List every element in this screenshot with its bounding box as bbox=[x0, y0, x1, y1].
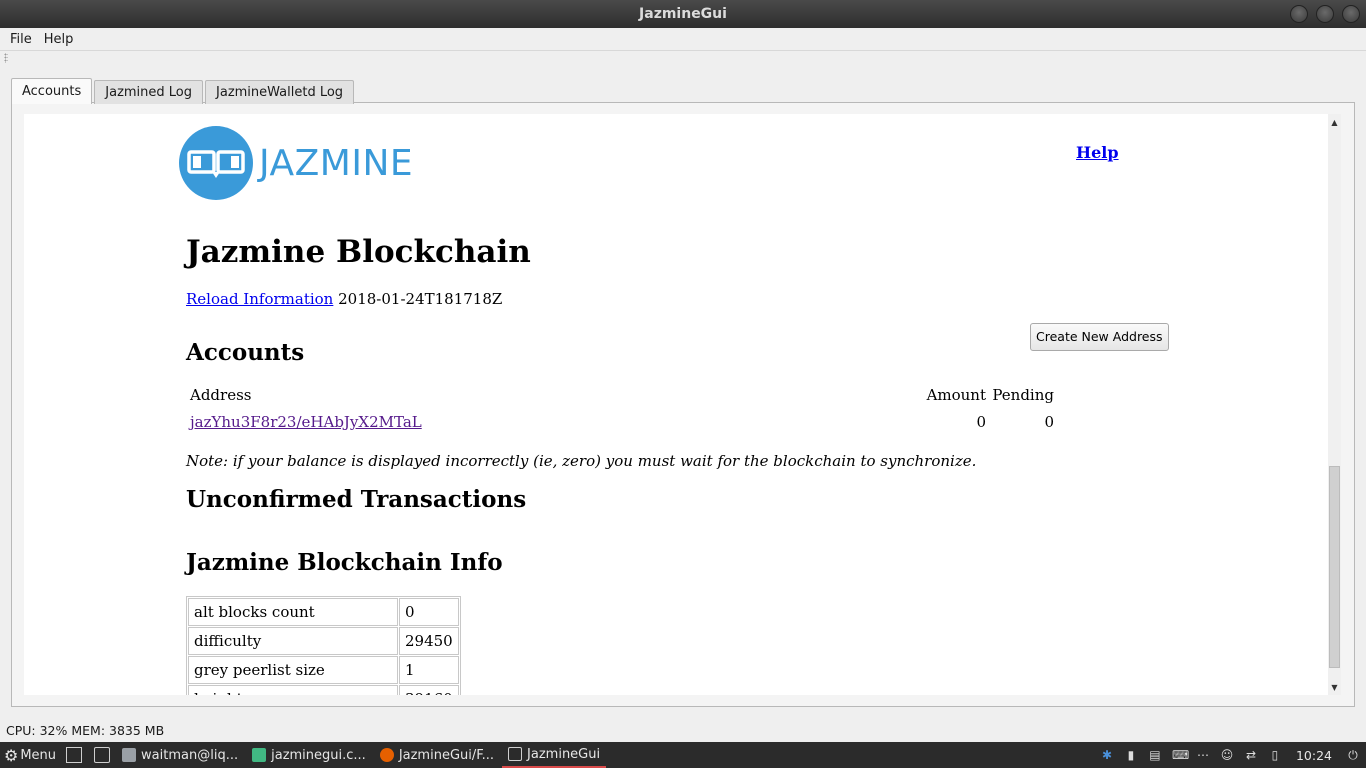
clipboard-icon[interactable]: ▤ bbox=[1148, 748, 1162, 762]
header-pending: Pending bbox=[992, 386, 1054, 404]
battery-icon[interactable]: ▯ bbox=[1268, 748, 1282, 762]
jazmine-logo: JAZMINE bbox=[179, 126, 413, 200]
menu-file[interactable]: File bbox=[4, 32, 38, 47]
page-title: Jazmine Blockchain bbox=[186, 234, 531, 270]
accounts-heading: Accounts bbox=[186, 339, 305, 366]
gear-icon: ⚙ bbox=[4, 745, 19, 765]
table-row: difficulty 29450 bbox=[188, 627, 459, 655]
firefox-icon bbox=[379, 748, 394, 762]
tab-jazmined-log[interactable]: Jazmined Log bbox=[94, 80, 204, 104]
taskbar-task-terminal[interactable]: waitman@liq... bbox=[116, 742, 244, 768]
system-tray: ✱ ▮ ▤ ⌨ ⋯ ☺ ⇄ ▯ 10:24 ⏻ bbox=[1100, 742, 1360, 768]
more-icon[interactable]: ⋯ bbox=[1196, 748, 1210, 762]
taskbar: ⚙ Menu waitman@liq... jazminegui.c... Ja… bbox=[0, 742, 1366, 768]
info-value: 29450 bbox=[399, 627, 459, 655]
user-icon[interactable]: ☺ bbox=[1220, 748, 1234, 762]
header-address: Address bbox=[190, 386, 252, 404]
accounts-table: Address Amount Pending jazYhu3F8r23/eHAb… bbox=[186, 386, 1056, 440]
clock[interactable]: 10:24 bbox=[1296, 748, 1332, 763]
info-key: grey peerlist size bbox=[188, 656, 398, 684]
help-link[interactable]: Help bbox=[1076, 143, 1119, 162]
table-row: jazYhu3F8r23/eHAbJyX2MTaL 0 0 bbox=[186, 413, 1056, 440]
task-label: JazmineGui/F... bbox=[398, 747, 495, 763]
info-key: difficulty bbox=[188, 627, 398, 655]
window-icon bbox=[508, 747, 523, 761]
create-new-address-button[interactable]: Create New Address bbox=[1030, 323, 1169, 351]
window-titlebar: JazmineGui bbox=[0, 0, 1366, 28]
unconfirmed-transactions-heading: Unconfirmed Transactions bbox=[186, 486, 527, 513]
power-icon[interactable]: ⏻ bbox=[1346, 748, 1360, 762]
jazmine-logo-icon bbox=[179, 126, 253, 200]
start-menu-button[interactable]: ⚙ Menu bbox=[0, 742, 60, 768]
show-desktop-icon[interactable] bbox=[66, 747, 83, 763]
info-value: 0 bbox=[399, 598, 459, 626]
info-key: height bbox=[188, 685, 398, 695]
cpu-monitor-icon[interactable]: ▮ bbox=[1124, 748, 1138, 762]
info-key: alt blocks count bbox=[188, 598, 398, 626]
keyboard-icon[interactable]: ⌨ bbox=[1172, 748, 1189, 762]
taskbar-task-qt-creator[interactable]: jazminegui.c... bbox=[246, 742, 372, 768]
scroll-up-arrow-icon[interactable]: ▲ bbox=[1328, 116, 1341, 129]
reload-information-link[interactable]: Reload Information bbox=[186, 290, 333, 308]
maximize-button[interactable] bbox=[1316, 5, 1334, 23]
terminal-icon bbox=[122, 748, 137, 762]
header-amount: Amount bbox=[926, 386, 986, 404]
logo-text: JAZMINE bbox=[259, 142, 414, 184]
file-manager-icon[interactable] bbox=[94, 747, 111, 763]
table-row: height 39160 bbox=[188, 685, 459, 695]
task-label: JazmineGui bbox=[527, 746, 601, 762]
vertical-scrollbar[interactable]: ▲ ▼ bbox=[1328, 114, 1341, 695]
scrollbar-thumb[interactable] bbox=[1329, 466, 1340, 668]
toolbar-strip bbox=[0, 50, 1366, 64]
bluetooth-icon[interactable]: ✱ bbox=[1100, 748, 1114, 762]
menu-bar: File Help bbox=[0, 28, 1366, 50]
close-button[interactable] bbox=[1342, 5, 1360, 23]
status-bar: CPU: 32% MEM: 3835 MB bbox=[6, 723, 165, 738]
table-row: grey peerlist size 1 bbox=[188, 656, 459, 684]
window-controls bbox=[1290, 5, 1360, 23]
qt-creator-icon bbox=[252, 748, 267, 762]
balance-note: Note: if your balance is displayed incor… bbox=[186, 452, 977, 470]
info-value: 1 bbox=[399, 656, 459, 684]
accounts-webview: JAZMINE Help Jazmine Blockchain Reload I… bbox=[24, 114, 1328, 695]
info-value: 39160 bbox=[399, 685, 459, 695]
window-title: JazmineGui bbox=[639, 6, 727, 22]
table-row: alt blocks count 0 bbox=[188, 598, 459, 626]
network-icon[interactable]: ⇄ bbox=[1244, 748, 1258, 762]
menu-help[interactable]: Help bbox=[38, 32, 80, 47]
task-label: jazminegui.c... bbox=[271, 747, 366, 763]
scroll-down-arrow-icon[interactable]: ▼ bbox=[1328, 681, 1341, 694]
task-label: waitman@liq... bbox=[141, 747, 239, 763]
accounts-table-header: Address Amount Pending bbox=[186, 386, 1056, 413]
taskbar-task-firefox[interactable]: JazmineGui/F... bbox=[374, 742, 500, 768]
account-amount: 0 bbox=[976, 413, 986, 431]
reload-row: Reload Information 2018-01-24T181718Z bbox=[186, 290, 502, 308]
tab-accounts[interactable]: Accounts bbox=[11, 78, 93, 104]
toolbar-grip-icon[interactable] bbox=[4, 53, 8, 63]
taskbar-task-jazminegui[interactable]: JazmineGui bbox=[502, 742, 607, 768]
tab-jazminewalletd-log[interactable]: JazmineWalletd Log bbox=[205, 80, 355, 104]
account-pending: 0 bbox=[1044, 413, 1054, 431]
tab-bar: Accounts Jazmined Log JazmineWalletd Log bbox=[11, 78, 356, 104]
reload-timestamp: 2018-01-24T181718Z bbox=[338, 290, 503, 308]
blockchain-info-heading: Jazmine Blockchain Info bbox=[186, 549, 503, 576]
start-menu-label: Menu bbox=[20, 747, 57, 763]
account-address-link[interactable]: jazYhu3F8r23/eHAbJyX2MTaL bbox=[190, 413, 422, 431]
blockchain-info-table: alt blocks count 0 difficulty 29450 grey… bbox=[186, 596, 461, 695]
minimize-button[interactable] bbox=[1290, 5, 1308, 23]
